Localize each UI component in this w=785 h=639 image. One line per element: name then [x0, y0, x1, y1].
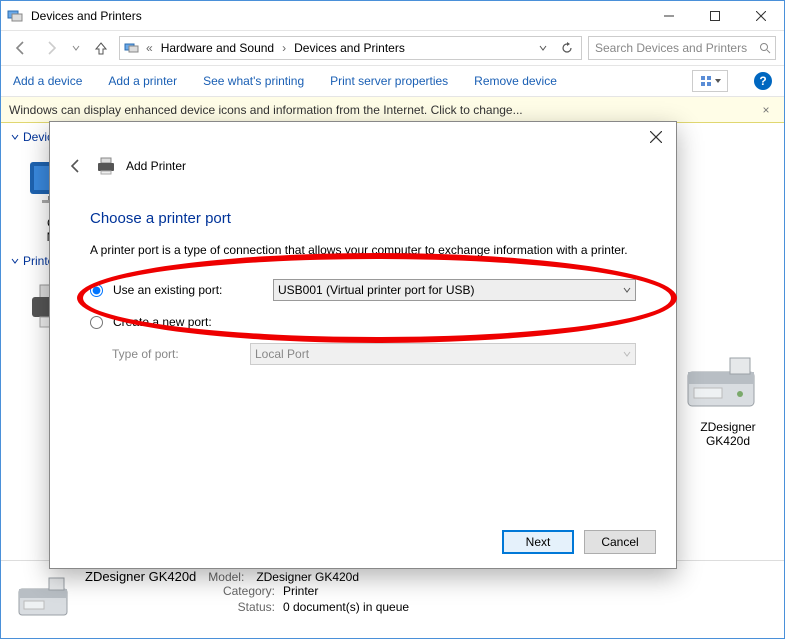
- details-category-key: Category:: [205, 584, 275, 598]
- info-bar[interactable]: Windows can display enhanced device icon…: [1, 97, 784, 123]
- add-printer-dialog: Add Printer Choose a printer port A prin…: [49, 121, 677, 569]
- window-title: Devices and Printers: [31, 9, 142, 23]
- dialog-button-row: Next Cancel: [502, 530, 656, 554]
- maximize-button[interactable]: [692, 1, 738, 31]
- dialog-header: Add Printer: [50, 152, 676, 186]
- chevron-down-icon: [11, 257, 19, 265]
- label-create-new-port[interactable]: Create a new port:: [113, 315, 263, 329]
- details-model-value: ZDesigner GK420d: [256, 570, 359, 584]
- cmd-add-device[interactable]: Add a device: [13, 74, 82, 88]
- printer-label-zdesigner: ZDesignerGK420d: [682, 420, 774, 448]
- search-icon[interactable]: [759, 42, 771, 54]
- cancel-button[interactable]: Cancel: [584, 530, 656, 554]
- info-bar-text: Windows can display enhanced device icon…: [9, 103, 523, 117]
- command-bar: Add a device Add a printer See what's pr…: [1, 65, 784, 97]
- nav-history-dropdown[interactable]: [69, 36, 83, 60]
- printer-tile-zdesigner[interactable]: ZDesignerGK420d: [682, 354, 774, 448]
- address-dropdown-button[interactable]: [533, 38, 553, 58]
- cmd-add-printer[interactable]: Add a printer: [108, 74, 177, 88]
- close-button[interactable]: [738, 1, 784, 31]
- refresh-button[interactable]: [557, 38, 577, 58]
- nav-back-button[interactable]: [9, 36, 33, 60]
- breadcrumb-level1[interactable]: Hardware and Sound: [159, 41, 276, 55]
- chevron-down-icon: [623, 350, 631, 358]
- breadcrumb-sep-icon: «: [144, 41, 155, 55]
- dialog-description: A printer port is a type of connection t…: [90, 243, 636, 257]
- label-type-of-port: Type of port:: [90, 347, 240, 361]
- details-device-name: ZDesigner GK420d: [85, 569, 196, 584]
- dialog-back-button[interactable]: [66, 156, 86, 176]
- titlebar: Devices and Printers: [1, 1, 784, 31]
- existing-port-value: USB001 (Virtual printer port for USB): [278, 283, 475, 297]
- address-bar[interactable]: « Hardware and Sound › Devices and Print…: [119, 36, 582, 60]
- breadcrumb-level2[interactable]: Devices and Printers: [292, 41, 407, 55]
- label-use-existing-port[interactable]: Use an existing port:: [113, 283, 263, 297]
- label-printer-icon: [682, 354, 774, 416]
- details-status-key: Status:: [205, 600, 275, 614]
- search-box[interactable]: [588, 36, 776, 60]
- existing-port-select[interactable]: USB001 (Virtual printer port for USB): [273, 279, 636, 301]
- port-type-value: Local Port: [255, 347, 309, 361]
- radio-create-new-port[interactable]: [90, 316, 103, 329]
- nav-forward-button[interactable]: [39, 36, 63, 60]
- cmd-print-server-properties[interactable]: Print server properties: [330, 74, 448, 88]
- dialog-heading: Choose a printer port: [90, 210, 636, 227]
- minimize-button[interactable]: [646, 1, 692, 31]
- dialog-caption: Add Printer: [126, 159, 186, 173]
- dialog-titlebar: [50, 122, 676, 152]
- chevron-down-icon: [11, 133, 19, 141]
- radio-use-existing-port[interactable]: [90, 284, 103, 297]
- devices-and-printers-window: Devices and Printers « Hardware and Soun…: [0, 0, 785, 639]
- app-icon: [7, 8, 23, 24]
- printer-icon: [96, 157, 116, 175]
- chevron-down-icon: [623, 286, 631, 294]
- search-input[interactable]: [593, 40, 759, 56]
- chevron-right-icon[interactable]: ›: [280, 41, 288, 55]
- nav-up-button[interactable]: [89, 36, 113, 60]
- breadcrumb-root-icon: [124, 41, 140, 55]
- cmd-remove-device[interactable]: Remove device: [474, 74, 557, 88]
- dialog-body: Choose a printer port A printer port is …: [50, 186, 676, 365]
- view-options-button[interactable]: [692, 70, 728, 92]
- cmd-see-printing[interactable]: See what's printing: [203, 74, 304, 88]
- details-category-value: Printer: [283, 584, 409, 598]
- port-type-select: Local Port: [250, 343, 636, 365]
- details-pane: ZDesigner GK420d Model: ZDesigner GK420d…: [1, 560, 784, 638]
- dialog-close-button[interactable]: [636, 123, 676, 151]
- next-button[interactable]: Next: [502, 530, 574, 554]
- help-button[interactable]: ?: [754, 72, 772, 90]
- info-bar-close[interactable]: ×: [756, 103, 776, 117]
- nav-row: « Hardware and Sound › Devices and Print…: [1, 31, 784, 65]
- details-status-value: 0 document(s) in queue: [283, 600, 409, 614]
- details-model-key: Model:: [208, 570, 244, 584]
- details-printer-icon: [13, 569, 73, 629]
